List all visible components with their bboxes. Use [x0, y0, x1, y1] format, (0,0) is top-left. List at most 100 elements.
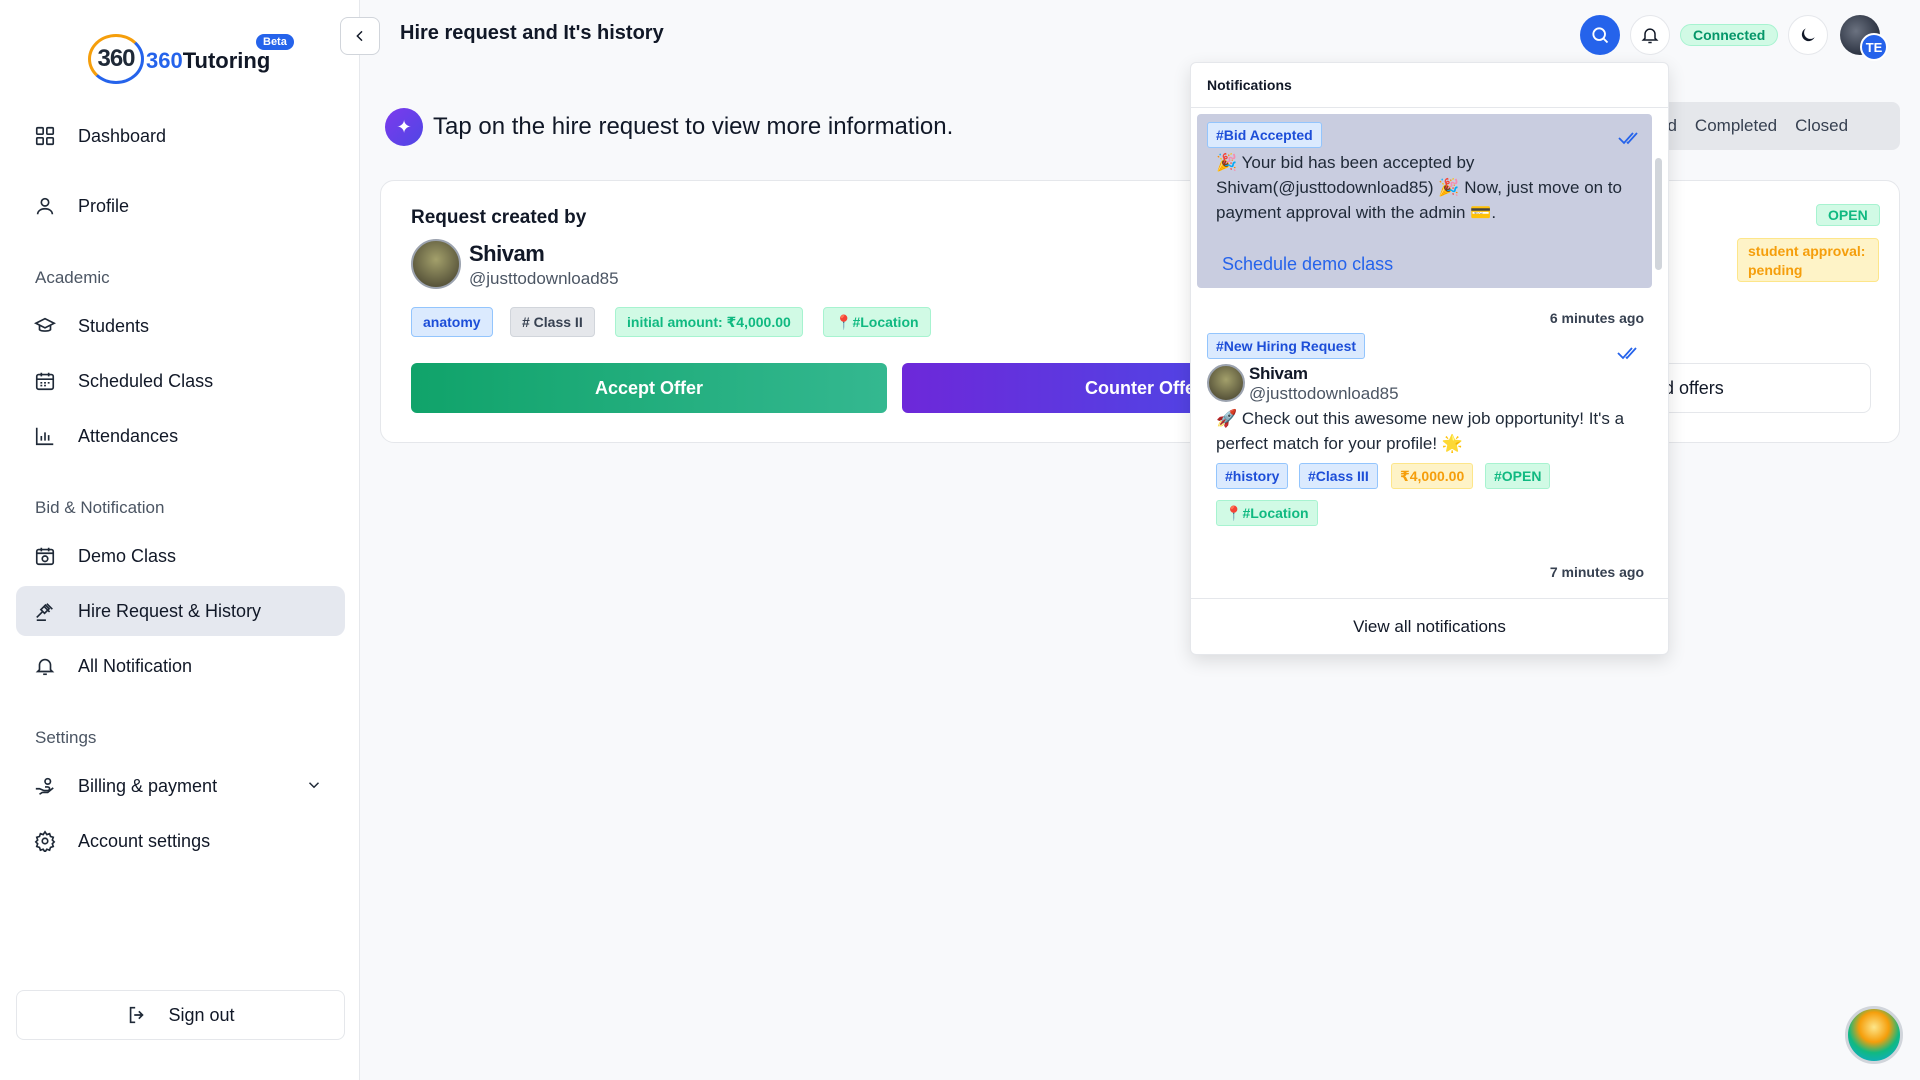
subject-tag: anatomy [411, 307, 493, 337]
sidebar: 360 360Tutoring Beta Dashboard Profile A… [0, 0, 360, 1080]
sidebar-item-dashboard[interactable]: Dashboard [16, 111, 345, 161]
info-text: Tap on the hire request to view more inf… [433, 113, 954, 140]
section-settings: Settings [35, 728, 97, 747]
user-icon [33, 194, 57, 218]
chevron-left-icon [356, 30, 363, 42]
notification-tag: #Class III [1299, 463, 1378, 489]
connection-status-badge: Connected [1680, 24, 1779, 46]
sidebar-item-label: Attendances [78, 425, 179, 446]
schedule-demo-class-link[interactable]: Schedule demo class [1222, 254, 1393, 275]
section-bid-notification: Bid & Notification [35, 498, 165, 517]
sidebar-item-label: Account settings [78, 830, 211, 851]
sidebar-item-scheduled-class[interactable]: Scheduled Class [16, 356, 345, 406]
sidebar-item-label: Scheduled Class [78, 370, 214, 391]
avatar-initials: TE [1860, 33, 1888, 61]
location-pin-icon: 📍 [835, 313, 853, 330]
sign-out-button[interactable]: Sign out [16, 990, 345, 1040]
sidebar-item-profile[interactable]: Profile [16, 181, 345, 231]
chevron-down-icon[interactable] [305, 776, 323, 799]
bar-chart-icon [33, 424, 57, 448]
sidebar-item-all-notification[interactable]: All Notification [16, 641, 345, 691]
user-avatar-button[interactable]: TE [1840, 15, 1888, 61]
bell-icon [1641, 28, 1659, 44]
location-tag[interactable]: 📍 #Location [823, 307, 931, 337]
notification-tag: ₹4,000.00 [1391, 463, 1474, 489]
approval-badge: student approval: pending [1737, 238, 1879, 282]
sidebar-item-hire-request[interactable]: Hire Request & History [16, 586, 345, 636]
sidebar-item-label: Students [78, 315, 150, 336]
gavel-icon [33, 599, 57, 623]
moon-icon [1801, 28, 1815, 42]
requester-handle: @justtodownload85 [469, 269, 619, 288]
sidebar-item-demo-class[interactable]: Demo Class [16, 531, 345, 581]
search-button[interactable] [1580, 15, 1620, 55]
tab-closed[interactable]: Closed [1795, 116, 1848, 136]
bell-icon [33, 654, 57, 678]
page-title: Hire request and It's history [400, 22, 664, 44]
sidebar-item-label: Billing & payment [78, 775, 218, 796]
hire-request-card[interactable]: Request created by Shivam @justtodownloa… [380, 180, 1900, 443]
location-pin-icon: 📍 [1225, 504, 1243, 521]
info-banner: ✦ Tap on the hire request to view more i… [385, 108, 953, 146]
notification-tag: 📍 #Location [1216, 500, 1318, 526]
requester-name: Shivam [469, 241, 545, 266]
notification-item[interactable]: #Bid Accepted 🎉 Your bid has been accept… [1197, 114, 1652, 288]
notification-text: 🚀 Check out this awesome new job opportu… [1216, 409, 1625, 453]
grid-icon [33, 124, 57, 148]
notification-tag: #OPEN [1485, 463, 1551, 489]
notifications-dropdown: Notifications #Bid Accepted 🎉 Your bid h… [1190, 62, 1669, 655]
double-check-icon [1617, 130, 1643, 151]
beta-badge: Beta [256, 34, 294, 50]
double-check-icon [1616, 345, 1642, 366]
request-created-by-label: Request created by [411, 207, 587, 228]
sidebar-item-label: Demo Class [78, 545, 177, 566]
notifications-title: Notifications [1207, 77, 1292, 93]
sparkle-icon: ✦ [385, 108, 423, 146]
sidebar-item-label: Dashboard [78, 125, 167, 146]
logo-mark: 360 [88, 34, 144, 84]
status-tabs: ed Completed Closed [1640, 102, 1900, 150]
hand-coin-icon [33, 774, 57, 798]
collapse-sidebar-button[interactable] [340, 17, 380, 55]
notification-text: 🎉 Your bid has been accepted by Shivam(@… [1216, 153, 1622, 222]
sidebar-item-label: Profile [78, 195, 130, 216]
graduation-cap-icon [33, 314, 57, 338]
notification-tag: #New Hiring Request [1207, 333, 1366, 359]
search-icon [1592, 27, 1609, 44]
calendar-video-icon [33, 544, 57, 568]
floating-assistant-button[interactable] [1845, 1006, 1903, 1064]
location-tag-label: #Location [852, 314, 919, 330]
amount-tag: initial amount: ₹4,000.00 [615, 307, 803, 337]
counter-offer-button[interactable]: Counter Offer [902, 363, 1232, 413]
avatar [1207, 364, 1245, 402]
notification-time: 7 minutes ago [1549, 564, 1644, 580]
notifications-button[interactable] [1630, 15, 1670, 55]
notification-list[interactable]: #Bid Accepted 🎉 Your bid has been accept… [1191, 108, 1668, 598]
sidebar-item-billing[interactable]: Billing & payment [16, 761, 345, 811]
notification-tag: #Bid Accepted [1207, 122, 1322, 148]
logo[interactable]: 360 360Tutoring Beta [88, 34, 298, 86]
notification-time: 6 minutes ago [1549, 310, 1644, 326]
avatar [411, 239, 461, 289]
status-badge: OPEN [1816, 204, 1880, 226]
sign-out-icon [130, 1006, 145, 1024]
notification-tag-label: #Location [1242, 505, 1309, 521]
sidebar-item-attendances[interactable]: Attendances [16, 411, 345, 461]
accept-offer-button[interactable]: Accept Offer [411, 363, 887, 413]
sidebar-item-account-settings[interactable]: Account settings [16, 816, 345, 866]
sidebar-item-label: All Notification [78, 655, 193, 676]
brand-name: 360Tutoring [146, 48, 271, 73]
sign-out-label: Sign out [168, 1004, 235, 1025]
class-tag: # Class II [510, 307, 595, 337]
calendar-icon [33, 369, 57, 393]
notification-sender-name: Shivam [1249, 364, 1308, 383]
sidebar-item-students[interactable]: Students [16, 301, 345, 351]
gear-icon [33, 829, 57, 853]
sidebar-item-label: Hire Request & History [78, 600, 262, 621]
tab-completed[interactable]: Completed [1695, 116, 1777, 136]
notification-sender-handle: @justtodownload85 [1249, 384, 1399, 403]
theme-toggle-button[interactable] [1788, 15, 1828, 55]
scrollbar[interactable] [1655, 158, 1662, 270]
view-all-notifications-button[interactable]: View all notifications [1191, 599, 1668, 654]
notification-tag: #history [1216, 463, 1289, 489]
